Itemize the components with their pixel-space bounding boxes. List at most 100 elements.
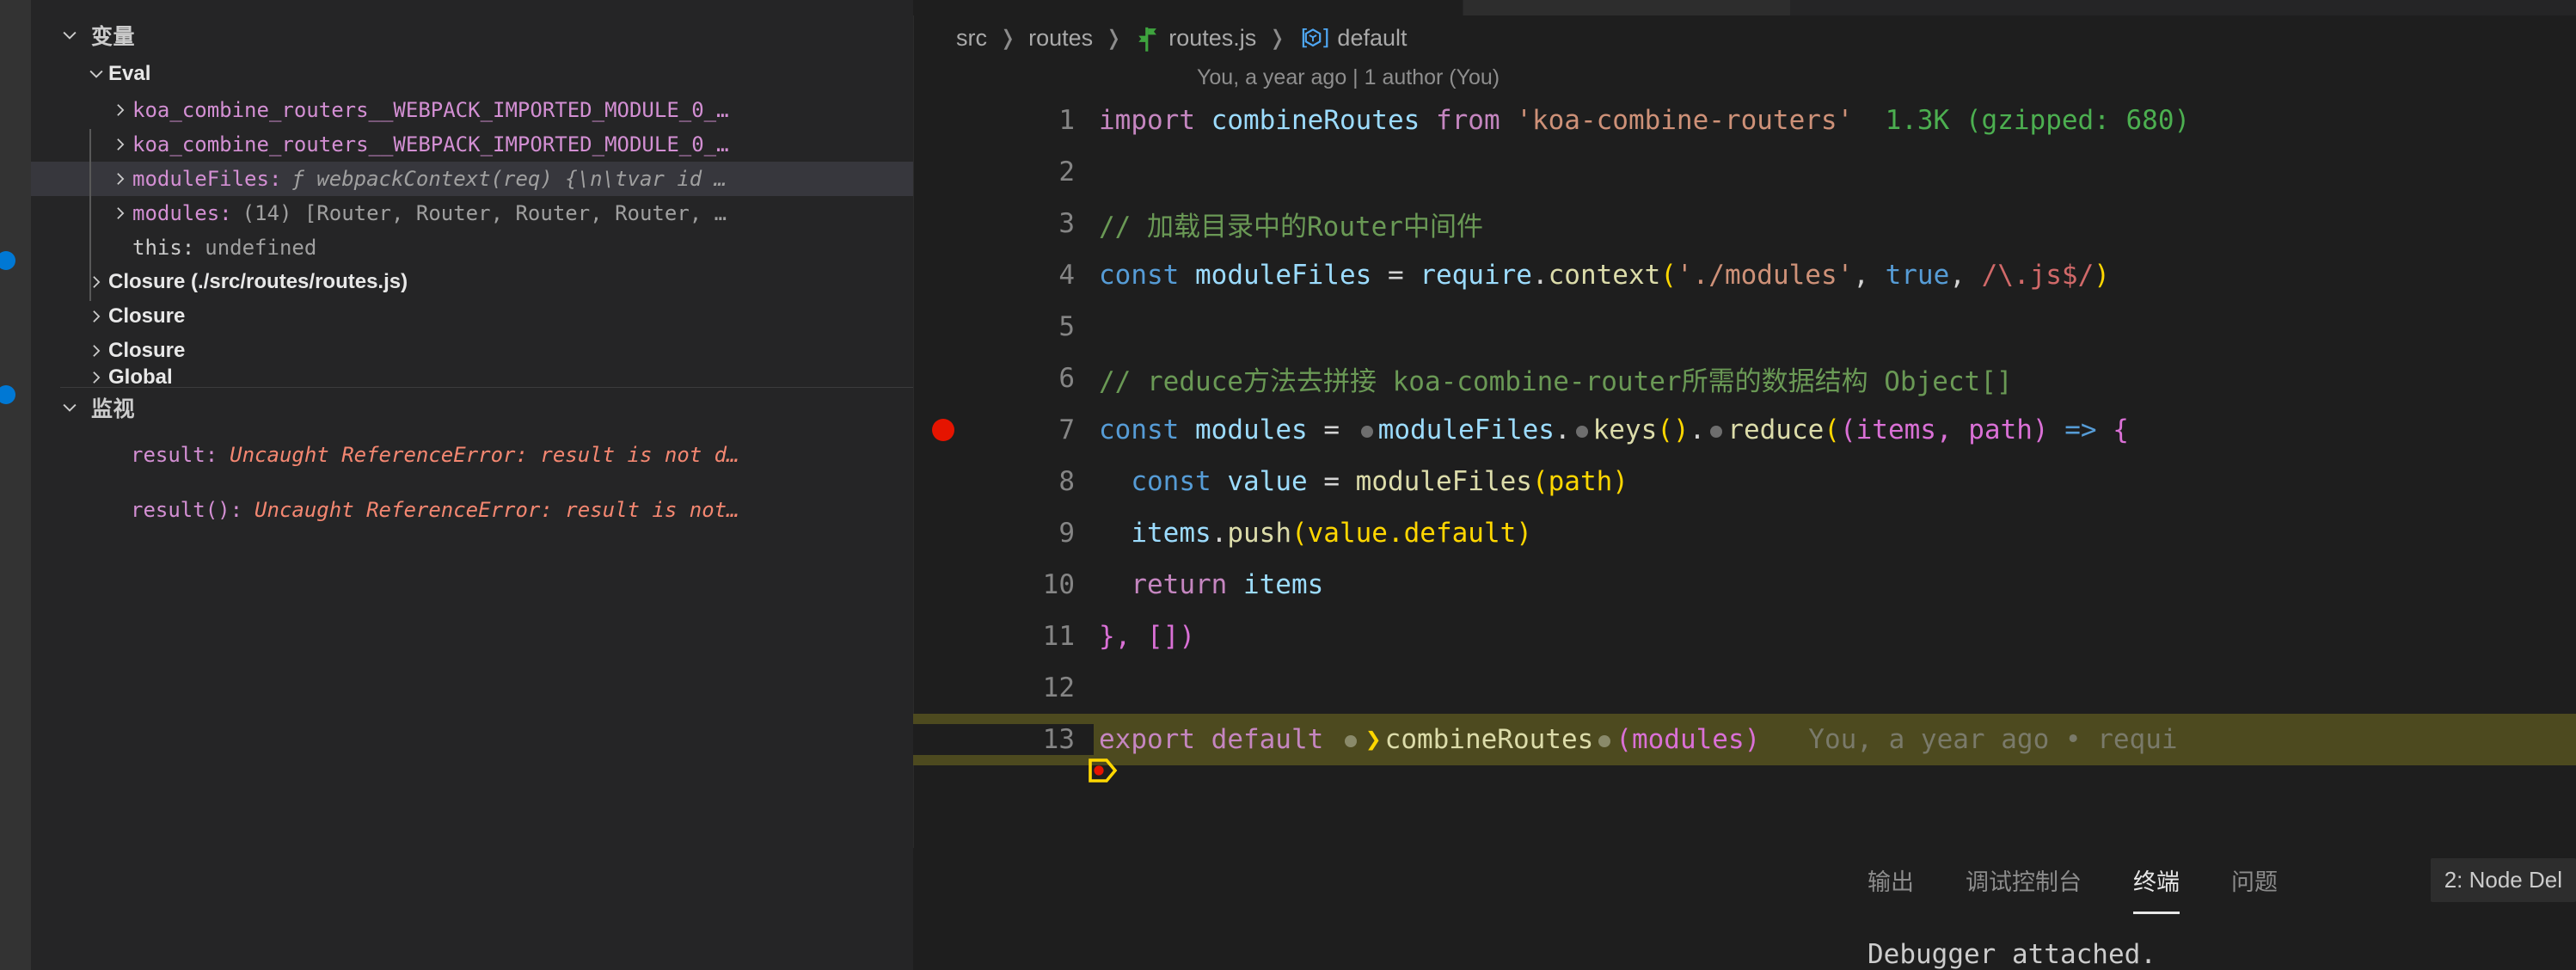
token-operator: = bbox=[1388, 260, 1420, 291]
breadcrumb-item-default[interactable]: [ ] default bbox=[1297, 25, 1407, 52]
token-keyword: const bbox=[1131, 466, 1211, 497]
code-text: const moduleFiles = require.context('./m… bbox=[1094, 260, 2110, 291]
sidebar-scrollbar[interactable] bbox=[905, 0, 913, 970]
terminal-output[interactable]: Debugger attached. bbox=[913, 917, 2576, 970]
variable-scope-label: Eval bbox=[108, 62, 150, 86]
code-line-9[interactable]: 9 items.push(value.default) bbox=[913, 507, 2576, 559]
token-punct: , bbox=[1949, 260, 1981, 291]
chevron-right-icon[interactable] bbox=[108, 101, 132, 119]
variable-scope-closure-2[interactable]: Closure bbox=[31, 334, 913, 368]
chevron-right-icon: ❭ bbox=[1268, 26, 1285, 51]
line-number: 8 bbox=[913, 466, 1094, 497]
variable-scope-eval[interactable]: Eval bbox=[31, 55, 913, 93]
code-line-3[interactable]: 3 // 加载目录中的Router中间件 bbox=[913, 198, 2576, 249]
blame-text: You, a year ago | 1 author (You) bbox=[1197, 65, 1500, 90]
vscode-window: 变量 Eval koa_combine_routers__W bbox=[0, 0, 2576, 970]
token-function: combineRoutes bbox=[1385, 724, 1594, 755]
chevron-right-icon[interactable] bbox=[84, 342, 108, 359]
token-bracket: ( bbox=[1824, 414, 1840, 445]
code-line-2[interactable]: 2 bbox=[913, 146, 2576, 198]
breadcrumb-item-routes[interactable]: routes bbox=[1028, 25, 1093, 52]
variables-pane-title: 变量 bbox=[91, 20, 135, 51]
chevron-right-icon[interactable] bbox=[84, 273, 108, 291]
watch-expression-row[interactable]: result(): Uncaught ReferenceError: resul… bbox=[31, 482, 913, 537]
variable-name: modules: bbox=[132, 201, 232, 225]
file-blame-header: You, a year ago | 1 author (You) bbox=[913, 60, 2576, 95]
breadcrumb-item-routesjs[interactable]: routes.js bbox=[1134, 23, 1256, 52]
debug-current-line-icon[interactable] bbox=[927, 726, 958, 753]
token-function: moduleFiles bbox=[1356, 466, 1532, 497]
code-line-5[interactable]: 5 bbox=[913, 301, 2576, 353]
variable-scope-closure-1[interactable]: Closure bbox=[31, 299, 913, 334]
chevron-right-icon[interactable] bbox=[108, 170, 132, 187]
token-punct: . bbox=[1690, 414, 1706, 445]
variable-row-modulefiles[interactable]: moduleFiles: ƒ webpackContext(req) {\n\t… bbox=[31, 162, 913, 196]
variable-scope-global[interactable]: Global bbox=[31, 368, 913, 387]
variable-row-this[interactable]: this: undefined bbox=[31, 230, 913, 265]
line-number: 4 bbox=[913, 260, 1094, 291]
line-number: 11 bbox=[913, 621, 1094, 652]
variables-tree[interactable]: Eval koa_combine_routers__WEBPACK_IMPORT… bbox=[31, 55, 913, 387]
code-line-7[interactable]: 7 const modules = moduleFiles.keys().red… bbox=[913, 404, 2576, 456]
code-line-1[interactable]: 1 import combineRoutes from 'koa-combine… bbox=[913, 95, 2576, 146]
code-editor[interactable]: 1 import combineRoutes from 'koa-combine… bbox=[913, 95, 2576, 848]
tab-problems[interactable]: 问题 bbox=[2231, 863, 2278, 902]
token-identifier: items bbox=[1131, 518, 1211, 549]
variable-scope-label: Global bbox=[108, 368, 173, 387]
breadcrumb-item-src[interactable]: src bbox=[956, 25, 987, 52]
chevron-right-icon[interactable] bbox=[84, 308, 108, 325]
terminal-selector[interactable]: 2: Node Del bbox=[2431, 858, 2576, 902]
variables-pane-header[interactable]: 变量 bbox=[31, 15, 913, 55]
editor-tabstrip[interactable] bbox=[913, 0, 2576, 15]
chevron-down-icon[interactable] bbox=[60, 398, 79, 417]
token-function: keys bbox=[1593, 414, 1658, 445]
panel-tablist[interactable]: 输出 调试控制台 终端 问题 2: Node Del bbox=[913, 848, 2576, 917]
breadcrumb[interactable]: src ❭ routes ❭ routes.js ❭ bbox=[913, 15, 2576, 60]
code-line-8[interactable]: 8 const value = moduleFiles(path) bbox=[913, 456, 2576, 507]
tab-output[interactable]: 输出 bbox=[1868, 863, 1914, 902]
code-line-6[interactable]: 6 // reduce方法去拼接 koa-combine-router所需的数据… bbox=[913, 353, 2576, 404]
code-line-10[interactable]: 10 return items bbox=[913, 559, 2576, 611]
code-line-13[interactable]: 13 export default ❯combineRoutes(modules… bbox=[913, 714, 2576, 765]
chevron-right-icon[interactable] bbox=[84, 369, 108, 386]
tab-terminal[interactable]: 终端 bbox=[2133, 863, 2180, 902]
variable-row[interactable]: koa_combine_routers__WEBPACK_IMPORTED_MO… bbox=[31, 127, 913, 162]
variable-scope-closure-routes[interactable]: Closure (./src/routes/routes.js) bbox=[31, 265, 913, 299]
code-line-4[interactable]: 4 const moduleFiles = require.context('.… bbox=[913, 249, 2576, 301]
watch-expression-row[interactable]: result: Uncaught ReferenceError: result … bbox=[31, 427, 913, 482]
line-number: 9 bbox=[913, 518, 1094, 549]
reference-chevron-icon[interactable]: ❯ bbox=[1365, 724, 1382, 755]
chevron-right-icon[interactable] bbox=[108, 136, 132, 153]
code-line-12[interactable]: 12 bbox=[913, 662, 2576, 714]
variable-name: moduleFiles: bbox=[132, 167, 281, 191]
activity-badge-top[interactable] bbox=[0, 251, 15, 270]
variable-row-modules[interactable]: modules: (14) [Router, Router, Router, R… bbox=[31, 196, 913, 230]
debug-inline-value-dot bbox=[1710, 426, 1722, 438]
chevron-right-icon[interactable] bbox=[108, 205, 132, 222]
import-cost-badge: 1.3K (gzipped: 680) bbox=[1886, 105, 2191, 136]
editor-tab-inactive[interactable] bbox=[1463, 0, 1790, 15]
watch-pane-header[interactable]: 监视 bbox=[31, 388, 913, 427]
code-line-11[interactable]: 11 }, []) bbox=[913, 611, 2576, 662]
code-text: const modules = moduleFiles.keys().reduc… bbox=[1094, 414, 2129, 445]
chevron-right-icon: ❭ bbox=[999, 26, 1016, 51]
breakpoint-icon[interactable] bbox=[932, 419, 954, 441]
variable-row[interactable]: koa_combine_routers__WEBPACK_IMPORTED_MO… bbox=[31, 93, 913, 127]
line-number: 6 bbox=[913, 363, 1094, 394]
token-args: (modules) bbox=[1616, 724, 1760, 755]
debug-inline-value-dot bbox=[1576, 426, 1588, 438]
panel-right-controls: 2: Node Del bbox=[2431, 858, 2576, 902]
breadcrumb-label: routes bbox=[1028, 25, 1093, 52]
breadcrumb-label: src bbox=[956, 25, 987, 52]
tree-indent-guide bbox=[89, 129, 91, 301]
tab-debug-console[interactable]: 调试控制台 bbox=[1966, 863, 2082, 902]
token-arrow: => bbox=[2064, 414, 2096, 445]
activity-badge-bottom[interactable] bbox=[0, 385, 15, 404]
token-punct: , bbox=[1853, 260, 1885, 291]
code-text: return items bbox=[1094, 569, 1323, 600]
chevron-down-icon[interactable] bbox=[84, 64, 108, 83]
chevron-down-icon[interactable] bbox=[60, 26, 79, 45]
editor-tab[interactable] bbox=[913, 0, 1463, 15]
watch-expression-value: Uncaught ReferenceError: result is not d… bbox=[230, 443, 739, 467]
debug-inline-value-dot bbox=[1361, 426, 1373, 438]
